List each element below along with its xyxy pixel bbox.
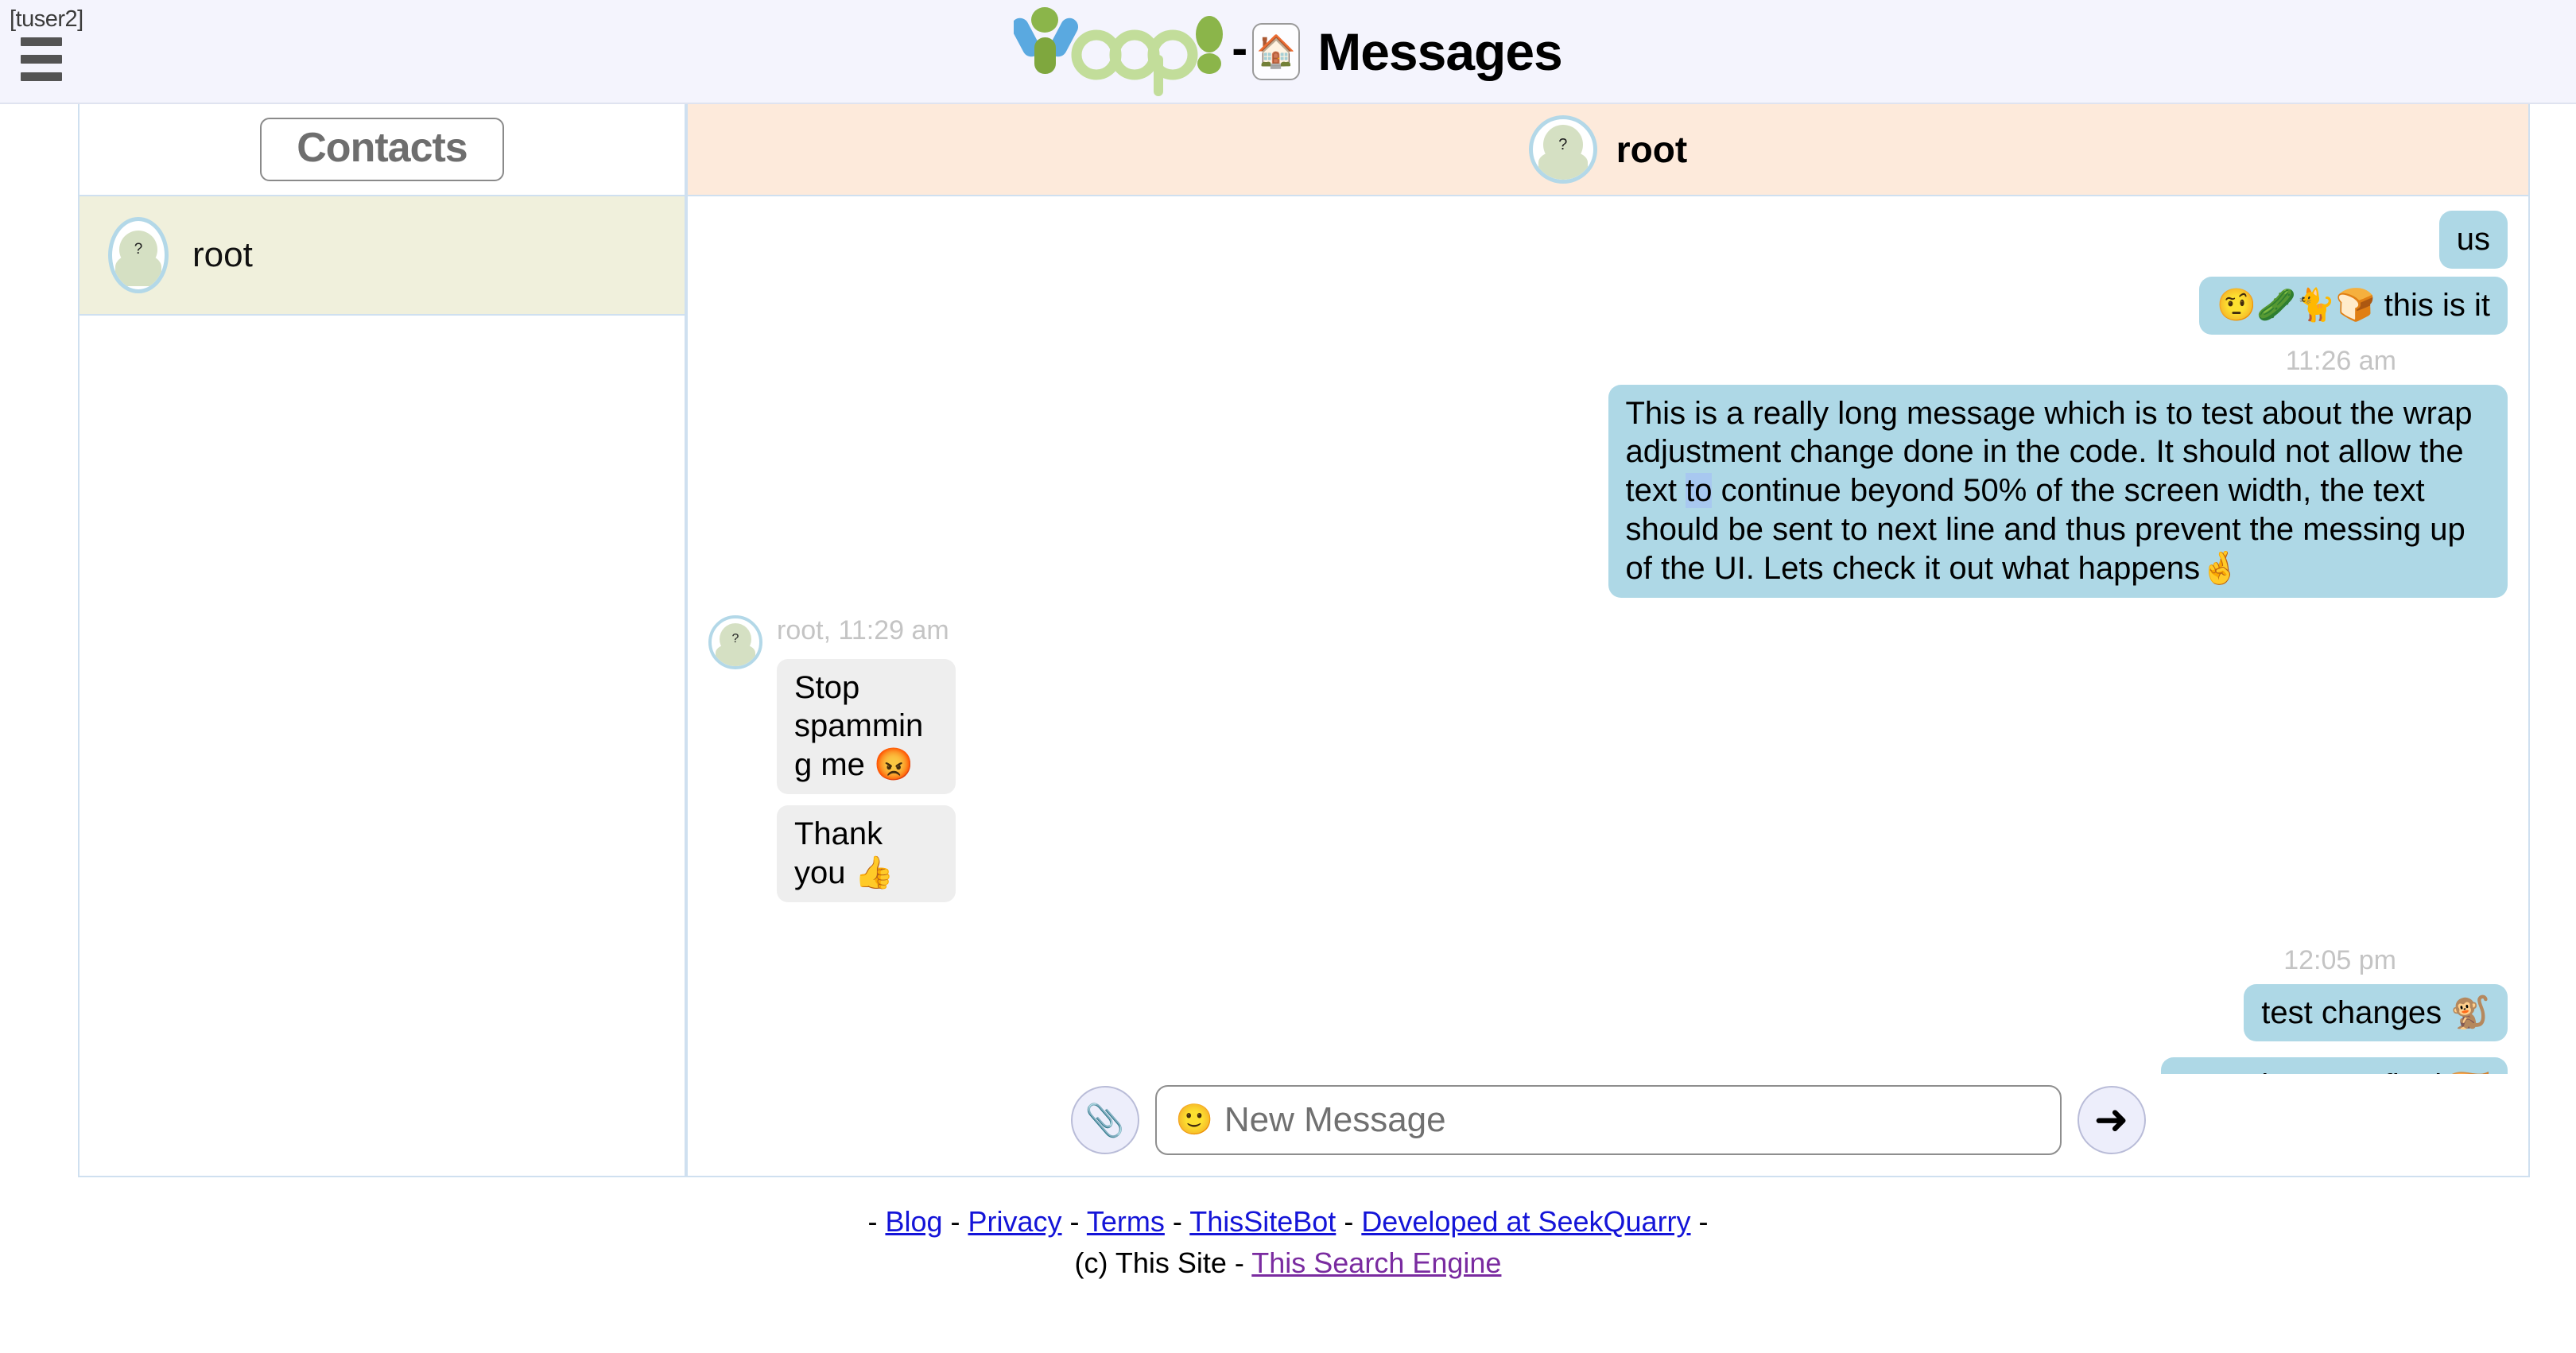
brand-row: - 🏠 Messages	[1014, 6, 1563, 98]
contact-list-item-root[interactable]: ? root	[80, 196, 685, 316]
footer-link-terms[interactable]: Terms	[1087, 1205, 1165, 1238]
top-header: [tuser2] - 🏠 Messages	[0, 0, 2576, 104]
footer: - Blog - Privacy - Terms - ThisSiteBot -…	[0, 1177, 2576, 1284]
avatar-body	[1538, 151, 1588, 180]
message-timestamp: 11:26 am	[2285, 345, 2396, 376]
footer-sep: -	[1061, 1205, 1087, 1238]
timestamp-row: 12:05 pm	[708, 945, 2508, 976]
avatar: ?	[1528, 115, 1597, 184]
message-text-selected: to	[1686, 473, 1713, 509]
incoming-column: root, 11:29 am Stop spamming me 😡 Thank …	[777, 615, 1135, 902]
attach-icon[interactable]: 📎	[1070, 1086, 1139, 1154]
message-bubble: Thank you 👍	[777, 804, 956, 902]
yioop-logo-icon[interactable]	[1014, 6, 1228, 98]
avatar: ?	[708, 614, 762, 669]
footer-link-blog[interactable]: Blog	[885, 1205, 942, 1238]
message-row: ? root, 11:29 am Stop spamming me 😡 Than…	[708, 614, 2508, 902]
emoji-icon[interactable]: 🙂	[1176, 1103, 1213, 1138]
message-bubble: Test shortcuts final 🇮🇳	[2160, 1057, 2508, 1074]
message-composer: 📎 🙂 New Message ➜	[688, 1074, 2528, 1176]
footer-lead-dash: -	[867, 1205, 886, 1238]
message-row: us	[708, 211, 2508, 269]
brand-separator: -	[1232, 21, 1248, 75]
footer-copyright-row: (c) This Site - This Search Engine	[0, 1243, 2576, 1284]
main-wrap: Contacts ? root ? root us 🤨🥒🐈🍞 this is i…	[0, 104, 2576, 1177]
footer-sep: -	[1336, 1205, 1362, 1238]
message-sender-timestamp: root, 11:29 am	[777, 614, 949, 645]
message-bubble: us	[2438, 211, 2508, 269]
avatar: ?	[108, 217, 169, 293]
message-row: test changes 🐒	[708, 983, 2508, 1042]
hamburger-bar	[21, 55, 62, 64]
chat-panel: ? root us 🤨🥒🐈🍞 this is it 11:26 am This …	[688, 104, 2528, 1176]
message-text-part: continue beyond 50% of the screen width,…	[1625, 473, 2465, 586]
contacts-panel: Contacts ? root	[80, 104, 688, 1176]
home-icon[interactable]: 🏠	[1252, 22, 1301, 80]
footer-link-search-engine[interactable]: This Search Engine	[1251, 1246, 1501, 1279]
contacts-header: Contacts	[80, 104, 685, 196]
current-user-tag: [tuser2]	[10, 6, 83, 32]
hamburger-bar	[21, 37, 62, 46]
footer-sep: -	[1164, 1205, 1190, 1238]
message-bubble: Stop spamming me 😡	[777, 658, 956, 794]
message-row: 🤨🥒🐈🍞 this is it	[708, 276, 2508, 335]
message-list[interactable]: us 🤨🥒🐈🍞 this is it 11:26 am This is a re…	[688, 196, 2528, 1074]
footer-links-row: - Blog - Privacy - Terms - ThisSiteBot -…	[0, 1201, 2576, 1243]
user-menu-block: [tuser2]	[10, 8, 83, 81]
footer-trail-dash: -	[1690, 1205, 1709, 1238]
conversation-title: root	[1616, 129, 1688, 170]
send-icon[interactable]: ➜	[2077, 1086, 2146, 1154]
hamburger-icon[interactable]	[21, 37, 62, 81]
footer-sep: -	[942, 1205, 968, 1238]
avatar-body	[716, 643, 755, 666]
footer-link-privacy[interactable]: Privacy	[968, 1205, 1062, 1238]
footer-copyright: (c) This Site -	[1074, 1246, 1252, 1280]
message-bubble: 🤨🥒🐈🍞 this is it	[2199, 276, 2508, 335]
body-row: Contacts ? root ? root us 🤨🥒🐈🍞 this is i…	[78, 104, 2530, 1177]
new-message-input[interactable]: 🙂 New Message	[1154, 1085, 2062, 1155]
hamburger-bar	[21, 72, 62, 81]
contacts-button[interactable]: Contacts	[260, 118, 504, 181]
conversation-header: ? root	[688, 104, 2528, 196]
page-title: Messages	[1317, 21, 1563, 81]
contact-name: root	[192, 235, 253, 274]
incoming-group: ? root, 11:29 am Stop spamming me 😡 Than…	[708, 614, 1135, 902]
timestamp-row: 11:26 am	[708, 346, 2508, 377]
footer-link-seekquarry[interactable]: Developed at SeekQuarry	[1361, 1205, 1690, 1238]
message-bubble: test changes 🐒	[2244, 983, 2508, 1042]
message-bubble-long: This is a really long message which is t…	[1608, 384, 2508, 598]
message-row: Test shortcuts final 🇮🇳	[708, 1057, 2508, 1074]
message-row: This is a really long message which is t…	[708, 384, 2508, 598]
footer-link-thissitebot[interactable]: ThisSiteBot	[1189, 1205, 1336, 1238]
new-message-placeholder: New Message	[1224, 1100, 1446, 1139]
avatar-body	[115, 254, 161, 286]
message-timestamp: 12:05 pm	[2283, 944, 2396, 975]
